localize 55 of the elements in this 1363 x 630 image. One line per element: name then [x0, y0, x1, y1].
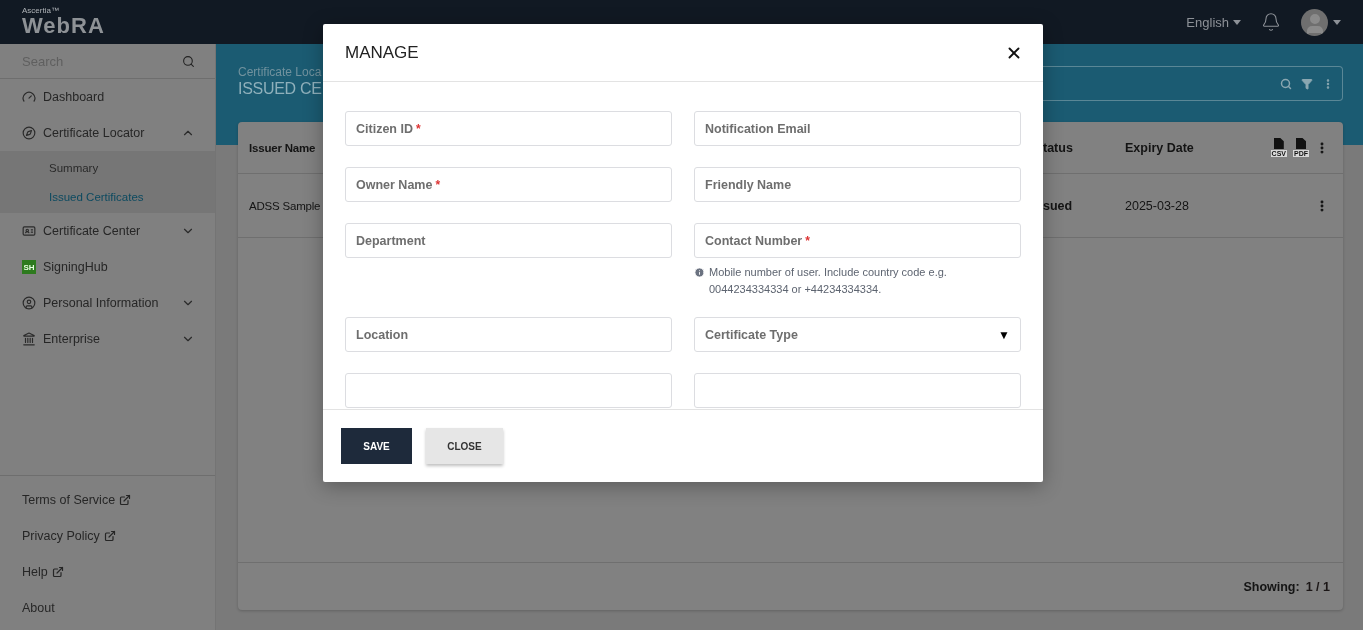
showing-label: Showing:	[1243, 579, 1300, 594]
sidebar-item[interactable]: Enterprise	[0, 321, 215, 357]
footer-link[interactable]: Privacy Policy	[0, 518, 215, 554]
compass-icon	[22, 126, 36, 140]
input-field[interactable]: Citizen ID *	[345, 111, 672, 146]
bank-icon	[22, 332, 36, 346]
search-icon[interactable]	[182, 54, 195, 68]
external-link-icon	[103, 530, 116, 542]
select-field[interactable]: Certificate Type ▼	[694, 317, 1021, 352]
input-field[interactable]	[345, 373, 672, 408]
dialog-title: MANAGE	[345, 42, 419, 63]
showing-count: 1 / 1	[1305, 579, 1330, 594]
sidebar-item[interactable]: Certificate Locator	[0, 115, 215, 151]
info-icon	[694, 267, 705, 278]
language-dropdown[interactable]: English	[1186, 14, 1241, 30]
input-field[interactable]: Notification Email	[694, 111, 1021, 146]
sidebar-item[interactable]: Certificate Center	[0, 213, 215, 249]
avatar-icon	[1301, 8, 1328, 36]
input-field[interactable]	[694, 373, 1021, 408]
input-field[interactable]: Contact Number *	[694, 223, 1021, 258]
field-hint: Mobile number of user. Include country code e.g. 0044234334334 or +44234334334.	[709, 265, 948, 297]
external-link-icon	[51, 566, 64, 578]
input-field[interactable]: Owner Name *	[345, 167, 672, 202]
input-field[interactable]: Friendly Name	[694, 167, 1021, 202]
footer-link[interactable]: Terms of Service	[0, 482, 215, 518]
column-header: Issuer Name	[249, 141, 317, 154]
signinghub-logo: SH	[22, 260, 36, 274]
table-cell-text: sued	[1043, 198, 1074, 213]
table-search-field[interactable]	[1043, 66, 1343, 101]
user-menu[interactable]	[1301, 8, 1341, 36]
input-field[interactable]: Location	[345, 317, 672, 352]
input-field[interactable]: Department	[345, 223, 672, 258]
sidebar-item[interactable]: Personal Information	[0, 285, 215, 321]
filter-icon[interactable]	[1301, 77, 1313, 90]
column-header: Expiry Date	[1125, 140, 1195, 155]
dropdown-arrow: ▼	[998, 327, 1010, 342]
sidebar-item[interactable]: Dashboard	[0, 79, 215, 115]
column-header: tatus	[1043, 140, 1074, 155]
page-title: ISSUED CE	[238, 80, 323, 98]
save-button[interactable]: SAVE	[341, 428, 412, 464]
footer-link[interactable]: Help	[0, 554, 215, 590]
logo: Ascertia™ WebRA	[22, 7, 105, 37]
sidebar-subitem[interactable]: Summary	[0, 153, 215, 182]
breadcrumb: Certificate Loca	[238, 65, 323, 79]
external-link-icon	[119, 494, 132, 506]
table-cell-text: 2025-03-28	[1125, 198, 1190, 213]
table-cell-text: ADSS Sample	[249, 199, 322, 212]
close-button[interactable]: CLOSE	[426, 428, 503, 464]
id-card-icon	[22, 224, 36, 238]
gauge-icon	[22, 90, 36, 104]
search-icon[interactable]	[1280, 77, 1292, 90]
notification-bell-icon[interactable]	[1261, 12, 1281, 32]
footer-link[interactable]: About	[0, 590, 215, 626]
user-circle-icon	[22, 296, 36, 310]
sidebar-item[interactable]: SH SigningHub	[0, 249, 215, 285]
